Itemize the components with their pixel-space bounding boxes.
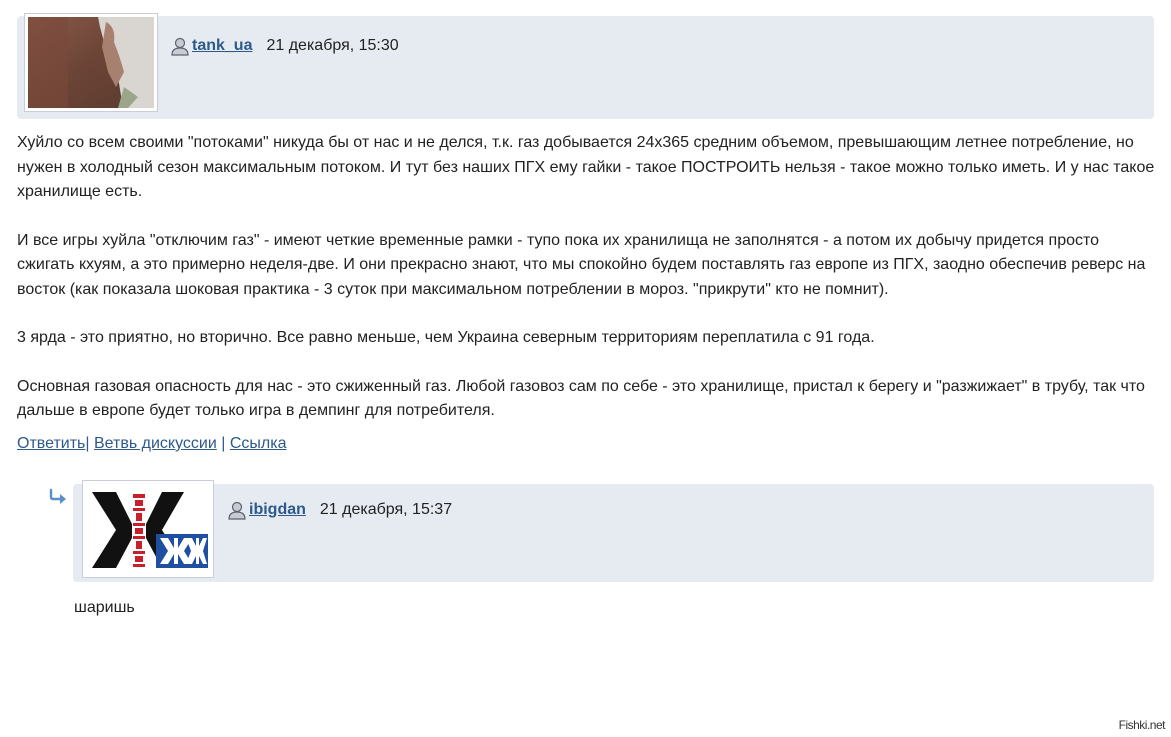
avatar[interactable] [24, 13, 158, 112]
timestamp: 21 декабря, 15:37 [319, 501, 453, 518]
separator: | [221, 435, 226, 452]
user-icon [171, 37, 189, 56]
comment-meta: ibigdan 21 декабря, 15:37 [227, 500, 452, 520]
permalink-link[interactable]: Ссылка [230, 435, 287, 452]
username-link[interactable]: tank_ua [192, 37, 252, 55]
watermark: Fishki.net [1118, 718, 1166, 732]
username-link[interactable]: ibigdan [249, 501, 306, 519]
reply-body: шаришь [74, 599, 135, 616]
comment-header [73, 484, 1154, 582]
reply-link[interactable]: Ответить [17, 435, 85, 452]
comment-meta: tank_ua 21 декабря, 15:30 [170, 36, 399, 56]
avatar-photo [28, 17, 154, 108]
avatar[interactable] [82, 480, 214, 578]
separator: | [85, 435, 90, 452]
comment-paragraph: Хуйло со всем своими "потоками" никуда б… [17, 134, 1155, 200]
reply-arrow-icon [49, 488, 66, 504]
comment-paragraph: 3 ярда - это приятно, но вторично. Все р… [17, 329, 875, 346]
zhzh-logo [86, 484, 210, 574]
comment-paragraph: Основная газовая опасность для нас - это… [17, 377, 1145, 420]
comment-body: Хуйло со всем своими "потоками" никуда б… [17, 131, 1157, 448]
comment-paragraph: И все игры хуйла "отключим газ" - имеют … [17, 231, 1146, 298]
thread-link[interactable]: Ветвь дискуссии [94, 435, 217, 452]
user-icon [228, 501, 246, 520]
timestamp: 21 декабря, 15:30 [266, 37, 399, 54]
comment-actions: Ответить| Ветвь дискуссии | Ссылка [17, 435, 287, 453]
comment-header [17, 16, 1154, 119]
